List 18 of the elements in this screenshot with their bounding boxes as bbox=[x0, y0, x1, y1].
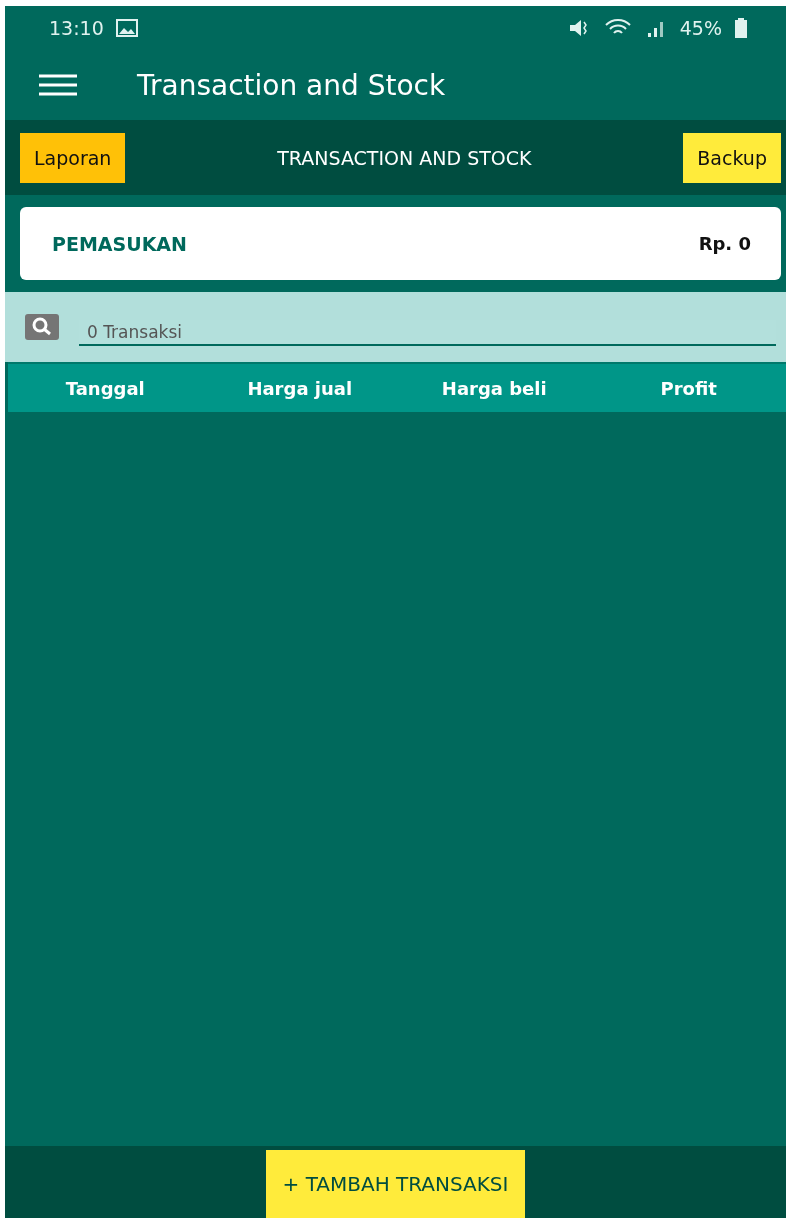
menu-icon[interactable] bbox=[39, 74, 77, 96]
column-header: Harga beli bbox=[440, 377, 548, 399]
report-button[interactable]: Laporan bbox=[20, 132, 126, 183]
add-transaction-button[interactable]: + TAMBAH TRANSAKSI bbox=[265, 1150, 526, 1218]
income-label: PEMASUKAN bbox=[52, 232, 187, 255]
section-title: TRANSACTION AND STOCK bbox=[277, 146, 532, 169]
column-header: Harga jual bbox=[246, 377, 354, 399]
search-icon bbox=[25, 314, 59, 340]
battery-percentage: 45% bbox=[679, 17, 722, 39]
backup-button[interactable]: Backup bbox=[683, 132, 781, 183]
income-value: Rp. 0 bbox=[698, 233, 751, 254]
search-bar[interactable]: 0 Transaksi bbox=[5, 292, 786, 362]
battery-icon bbox=[734, 18, 748, 38]
column-header: Tanggal bbox=[64, 377, 146, 399]
image-icon bbox=[115, 19, 138, 37]
column-header: Profit bbox=[659, 377, 718, 399]
app-title: Transaction and Stock bbox=[137, 68, 446, 102]
clock: 13:10 bbox=[49, 17, 104, 39]
